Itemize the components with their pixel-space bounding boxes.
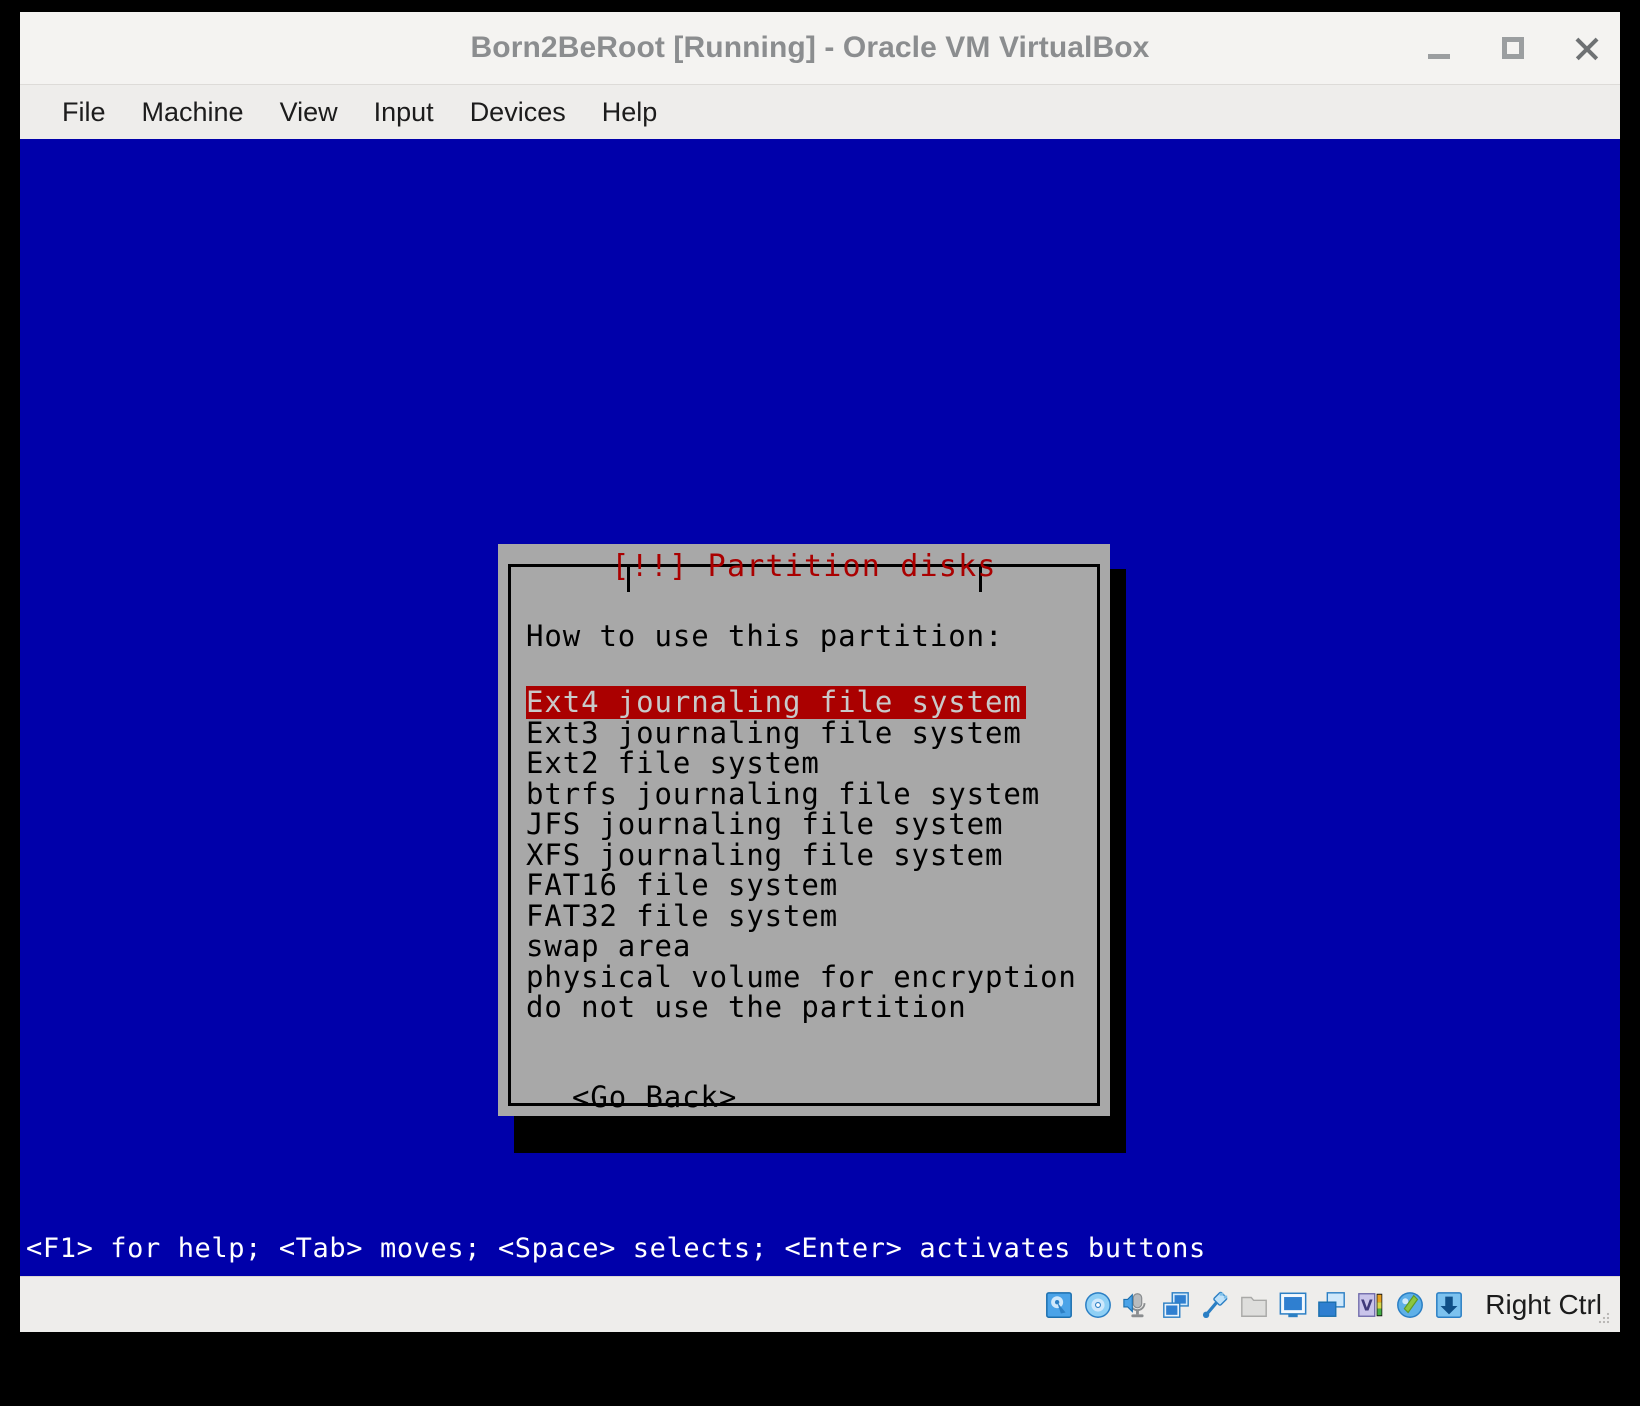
dialog-prompt: How to use this partition:	[526, 619, 1004, 653]
option-fat16-file-system[interactable]: FAT16 file system	[526, 869, 838, 902]
list-item[interactable]: FAT16 file system	[526, 869, 1086, 900]
menu-item-input[interactable]: Input	[358, 93, 450, 132]
option-fat32-file-system[interactable]: FAT32 file system	[526, 900, 838, 933]
maximize-button[interactable]	[1496, 31, 1530, 65]
recording-icon[interactable]	[1317, 1290, 1347, 1320]
list-item[interactable]: Ext3 journaling file system	[526, 717, 1086, 750]
installer-help-line: <F1> for help; <Tab> moves; <Space> sele…	[26, 1233, 1206, 1264]
network-icon[interactable]	[1161, 1290, 1191, 1320]
option-xfs-journaling-file-system[interactable]: XFS journaling file system	[526, 839, 1003, 872]
vm-statusbar: V Right Ctrl	[20, 1276, 1620, 1332]
partition-disks-dialog: [!!] Partition disks How to use this par…	[498, 544, 1110, 1116]
screenshot-root: Born2BeRoot [Running] - Oracle VM Virtua…	[0, 0, 1640, 1406]
minimize-button[interactable]	[1422, 31, 1456, 65]
features-icon[interactable]: V	[1356, 1290, 1386, 1320]
option-ext3-journaling-file-system[interactable]: Ext3 journaling file system	[526, 717, 1022, 750]
option-ext2-file-system[interactable]: Ext2 file system	[526, 747, 820, 780]
list-item[interactable]: JFS journaling file system	[526, 808, 1086, 839]
list-item[interactable]: btrfs journaling file system	[526, 778, 1086, 811]
menu-item-machine[interactable]: Machine	[126, 93, 260, 132]
go-back-button[interactable]: <Go Back>	[572, 1080, 737, 1114]
svg-text:V: V	[1361, 1296, 1373, 1314]
option-ext4-journaling-file-system[interactable]: Ext4 journaling file system	[526, 686, 1026, 719]
option-physical-volume-for-encryption[interactable]: physical volume for encryption	[526, 961, 1077, 994]
option-swap-area[interactable]: swap area	[526, 930, 691, 963]
filesystem-option-list[interactable]: Ext4 journaling file system Ext3 journal…	[526, 686, 1086, 1022]
list-item[interactable]: Ext4 journaling file system	[526, 686, 1086, 719]
dialog-body: How to use this partition: Ext4 journali…	[526, 599, 1086, 1114]
list-item[interactable]: Ext2 file system	[526, 747, 1086, 778]
virtualbox-window: Born2BeRoot [Running] - Oracle VM Virtua…	[20, 12, 1620, 1332]
list-item[interactable]: FAT32 file system	[526, 900, 1086, 933]
mouse-integration-icon[interactable]	[1395, 1290, 1425, 1320]
dialog-button-row: <Go Back>	[526, 1080, 1086, 1114]
display-icon[interactable]	[1278, 1290, 1308, 1320]
host-key-label: Right Ctrl	[1485, 1288, 1602, 1320]
menu-item-devices[interactable]: Devices	[454, 93, 582, 132]
menu-item-view[interactable]: View	[264, 93, 354, 132]
audio-icon[interactable]	[1122, 1290, 1152, 1320]
option-jfs-journaling-file-system[interactable]: JFS journaling file system	[526, 808, 1003, 841]
minimize-icon	[1428, 53, 1450, 59]
window-title: Born2BeRoot [Running] - Oracle VM Virtua…	[470, 31, 1150, 64]
window-controls	[1422, 12, 1604, 84]
window-titlebar: Born2BeRoot [Running] - Oracle VM Virtua…	[20, 12, 1620, 84]
maximize-icon	[1502, 37, 1524, 59]
menu-item-file[interactable]: File	[46, 93, 122, 132]
hard-disk-icon[interactable]	[1044, 1290, 1074, 1320]
shared-folders-icon[interactable]	[1239, 1290, 1269, 1320]
option-do-not-use-the-partition[interactable]: do not use the partition	[526, 991, 967, 1024]
close-icon	[1573, 34, 1601, 62]
optical-disk-icon[interactable]	[1083, 1290, 1113, 1320]
dialog-title: [!!] Partition disks	[611, 549, 997, 584]
list-item[interactable]: do not use the partition	[526, 991, 1086, 1022]
option-btrfs-journaling-file-system[interactable]: btrfs journaling file system	[526, 778, 1040, 811]
close-button[interactable]	[1570, 31, 1604, 65]
menubar: File Machine View Input Devices Help	[20, 84, 1620, 139]
list-item[interactable]: physical volume for encryption	[526, 961, 1086, 994]
keyboard-capture-icon[interactable]	[1434, 1290, 1464, 1320]
list-item[interactable]: XFS journaling file system	[526, 839, 1086, 872]
resize-grip-icon[interactable]	[1596, 1310, 1612, 1326]
menu-item-help[interactable]: Help	[586, 93, 674, 132]
list-item[interactable]: swap area	[526, 930, 1086, 961]
vm-display[interactable]: [!!] Partition disks How to use this par…	[20, 139, 1620, 1276]
usb-icon[interactable]	[1200, 1290, 1230, 1320]
